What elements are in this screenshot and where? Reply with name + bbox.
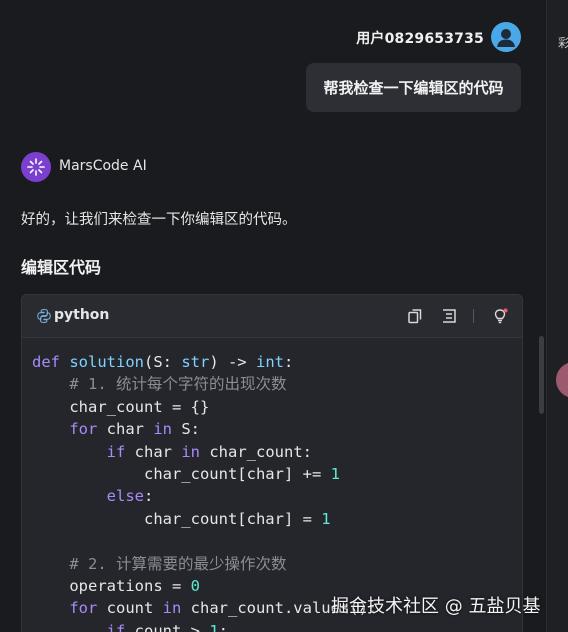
code-token: S: (181, 420, 200, 439)
scrollbar-thumb[interactable] (539, 336, 544, 414)
code-token: char (106, 420, 154, 439)
code-content[interactable]: def solution(S: str) -> int: # 1. 统计每个字符… (32, 351, 377, 632)
insert-icon[interactable] (440, 307, 458, 325)
code-line: char_count[char] = 1 (32, 508, 377, 530)
code-block: python def solution(S: str) -> int: # 1.… (21, 294, 523, 632)
chat-panel: 彩 用户0829653735 帮我检查一下编辑区的代码 MarsCode AI … (0, 0, 568, 632)
code-block-header: python (22, 295, 522, 338)
code-token: solution (69, 353, 144, 371)
code-token: (S: (143, 353, 182, 371)
right-side-panel (546, 0, 568, 632)
code-token: 1 (321, 509, 331, 528)
user-message-bubble: 帮我检查一下编辑区的代码 (306, 63, 521, 112)
code-line: def solution(S: str) -> int: (32, 351, 377, 373)
code-token: : (143, 487, 154, 506)
code-token: in (181, 442, 210, 461)
code-token: : (283, 353, 294, 371)
code-token: if (32, 442, 135, 461)
code-token: char (134, 442, 182, 461)
code-token: in (153, 420, 182, 439)
code-token: str (181, 353, 210, 371)
code-token: char_count = {} (32, 397, 210, 416)
code-line: char_count = {} (32, 396, 377, 418)
code-line: for char in S: (32, 418, 377, 440)
code-line: # 1. 统计每个字符的出现次数 (32, 373, 377, 395)
code-token: # 1. 统计每个字符的出现次数 (32, 375, 287, 394)
section-heading: 编辑区代码 (21, 258, 102, 277)
code-token: count (106, 599, 163, 618)
code-token: 1 (209, 621, 219, 632)
code-token: 0 (190, 577, 200, 596)
user-avatar-icon (491, 22, 521, 52)
code-token: char_count[char] = (32, 509, 322, 528)
code-token: if (32, 621, 135, 632)
lightbulb-icon[interactable] (491, 307, 509, 325)
code-line: char_count[char] += 1 (32, 463, 377, 485)
right-panel-glyph: 彩 (558, 36, 568, 50)
code-token: for (32, 599, 107, 618)
code-token: operations = (32, 577, 191, 596)
code-token: count > (134, 621, 210, 632)
code-token: for (32, 420, 107, 439)
copy-icon[interactable] (406, 307, 424, 325)
code-language-label: python (54, 307, 110, 323)
marscode-logo-icon (21, 152, 51, 182)
code-line: # 2. 计算需要的最少操作次数 (32, 553, 377, 575)
assistant-name: MarsCode AI (59, 158, 147, 174)
code-line: if char in char_count: (32, 441, 377, 463)
code-token: : (218, 621, 228, 632)
user-name: 用户0829653735 (356, 31, 484, 47)
code-line: operations = 0 (32, 575, 377, 597)
header-divider (473, 309, 474, 323)
code-token: int (255, 353, 284, 371)
code-token: char_count[char] += (32, 465, 331, 484)
code-token: else (32, 487, 144, 506)
code-token: 1 (330, 465, 340, 484)
code-token: # 2. 计算需要的最少操作次数 (32, 554, 287, 573)
code-line: else: (32, 485, 377, 507)
code-token: in (162, 599, 191, 618)
code-token: char_count: (209, 442, 312, 461)
code-token: def (32, 353, 70, 371)
python-icon (36, 308, 52, 324)
code-token: ) -> (209, 353, 256, 371)
code-line: if count > 1: (32, 620, 377, 632)
code-line: for count in char_count.values(): (32, 597, 377, 619)
assistant-reply: 好的，让我们来检查一下你编辑区的代码。 (21, 212, 297, 228)
watermark-text: 掘金技术社区 @ 五盐贝基 (331, 596, 541, 617)
